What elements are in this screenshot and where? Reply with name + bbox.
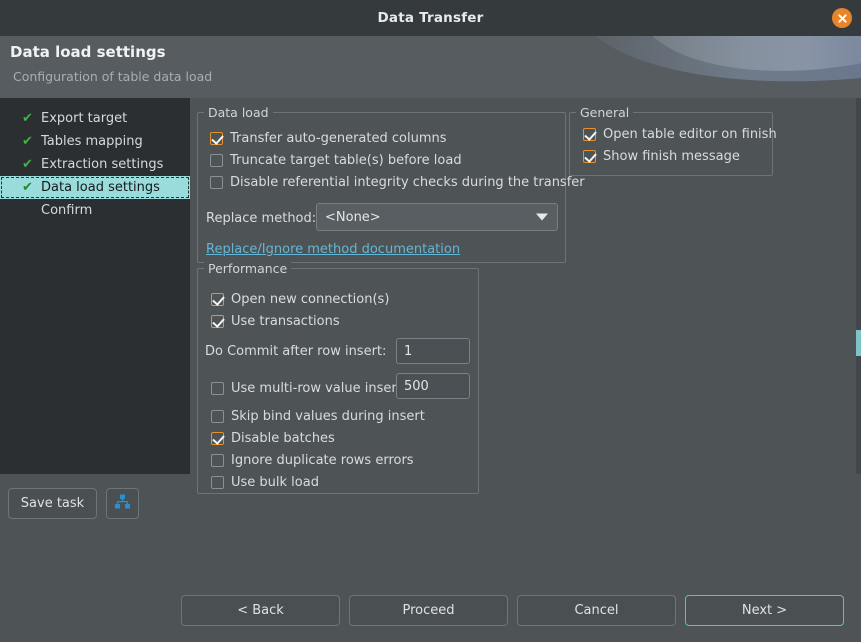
checkbox-label: Transfer auto-generated columns (230, 131, 447, 146)
sidebar-item-confirm[interactable]: Confirm (0, 199, 190, 222)
multi-row-value-insert-value: 500 (404, 379, 429, 394)
window-titlebar: Data Transfer (0, 0, 861, 36)
replace-ignore-documentation-link[interactable]: Replace/Ignore method documentation (206, 242, 460, 257)
page-header: Data load settings Configuration of tabl… (0, 36, 861, 98)
checkbox-skip-bind-values-during-insert[interactable]: Skip bind values during insert (211, 405, 425, 427)
commit-after-row-insert-label: Do Commit after row insert: (205, 344, 386, 359)
header-decoration-secondary-icon (634, 36, 861, 98)
next-button-label: Next > (742, 603, 787, 618)
close-icon[interactable] (832, 8, 852, 28)
save-task-label: Save task (21, 496, 84, 511)
checkbox-icon (583, 150, 596, 163)
chevron-down-icon (536, 214, 548, 221)
window-title: Data Transfer (377, 10, 483, 26)
cancel-button-label: Cancel (574, 603, 618, 618)
performance-group-title: Performance (204, 261, 291, 276)
checkbox-icon (210, 176, 223, 189)
checkbox-icon (211, 410, 224, 423)
right-edge-strip (856, 98, 861, 474)
proceed-button[interactable]: Proceed (349, 595, 508, 626)
multi-row-value-insert-input[interactable]: 500 (396, 373, 470, 399)
checkbox-use-bulk-load[interactable]: Use bulk load (211, 471, 425, 493)
checkbox-icon (583, 128, 596, 141)
sidebar-item-extraction-settings[interactable]: ✔ Extraction settings (0, 153, 190, 176)
checkbox-open-new-connections[interactable]: Open new connection(s) (211, 288, 389, 310)
sidebar-item-tables-mapping[interactable]: ✔ Tables mapping (0, 130, 190, 153)
checkbox-ignore-duplicate-rows-errors[interactable]: Ignore duplicate rows errors (211, 449, 425, 471)
sidebar-item-label: Tables mapping (41, 134, 143, 149)
proceed-button-label: Proceed (402, 603, 454, 618)
check-icon: ✔ (22, 112, 36, 125)
checkbox-show-finish-message[interactable]: Show finish message (583, 145, 777, 167)
sidebar-item-export-target[interactable]: ✔ Export target (0, 107, 190, 130)
checkbox-label: Use bulk load (231, 475, 319, 490)
checkbox-label: Disable batches (231, 431, 335, 446)
performance-group: Performance Open new connection(s) Use t… (197, 268, 479, 494)
checkbox-disable-batches[interactable]: Disable batches (211, 427, 425, 449)
replace-method-value: <None> (325, 210, 381, 225)
right-edge-marker[interactable] (856, 330, 861, 356)
replace-method-select[interactable]: <None> (316, 203, 558, 231)
sidebar-item-data-load-settings[interactable]: ✔ Data load settings (0, 176, 190, 199)
data-load-group: Data load Transfer auto-generated column… (197, 112, 566, 263)
commit-after-row-insert-value: 1 (404, 344, 412, 359)
general-group-title: General (576, 105, 633, 120)
checkbox-label: Ignore duplicate rows errors (231, 453, 414, 468)
check-icon: ✔ (22, 181, 36, 194)
sidebar-item-label: Data load settings (41, 180, 160, 195)
checkbox-icon (211, 454, 224, 467)
checkbox-label: Disable referential integrity checks dur… (230, 175, 585, 190)
save-task-button[interactable]: Save task (8, 488, 97, 519)
checkbox-label: Skip bind values during insert (231, 409, 425, 424)
checkbox-icon (211, 432, 224, 445)
checkbox-icon (210, 132, 223, 145)
general-group: General Open table editor on finish Show… (569, 112, 773, 176)
checkbox-label: Truncate target table(s) before load (230, 153, 462, 168)
checkbox-disable-referential-integrity[interactable]: Disable referential integrity checks dur… (210, 171, 585, 193)
sidebar-item-label: Extraction settings (41, 157, 163, 172)
data-load-group-title: Data load (204, 105, 273, 120)
cancel-button[interactable]: Cancel (517, 595, 676, 626)
back-button-label: < Back (237, 603, 284, 618)
header-decoration-icon (575, 36, 861, 98)
checkbox-icon (211, 315, 224, 328)
sidebar-item-label: Export target (41, 111, 127, 126)
checkbox-open-table-editor-on-finish[interactable]: Open table editor on finish (583, 123, 777, 145)
checkbox-icon (211, 293, 224, 306)
next-button[interactable]: Next > (685, 595, 844, 626)
checkbox-label: Open new connection(s) (231, 292, 389, 307)
hierarchy-icon-button[interactable] (106, 488, 139, 519)
check-icon: ✔ (22, 158, 36, 171)
checkbox-icon (210, 154, 223, 167)
page-title: Data load settings (10, 43, 166, 61)
checkbox-use-transactions[interactable]: Use transactions (211, 310, 389, 332)
page-subtitle: Configuration of table data load (13, 69, 212, 84)
checkbox-icon (211, 476, 224, 489)
checkbox-label: Use multi-row value insert (231, 381, 402, 396)
checkbox-label: Open table editor on finish (603, 127, 777, 142)
checkbox-label: Use transactions (231, 314, 340, 329)
checkbox-use-multi-row-value-insert[interactable]: Use multi-row value insert (211, 377, 402, 399)
hierarchy-icon (114, 494, 131, 514)
checkbox-truncate-target-tables[interactable]: Truncate target table(s) before load (210, 149, 585, 171)
wizard-steps-sidebar: ✔ Export target ✔ Tables mapping ✔ Extra… (0, 98, 190, 474)
replace-method-label: Replace method: (206, 211, 316, 226)
checkbox-label: Show finish message (603, 149, 740, 164)
commit-after-row-insert-input[interactable]: 1 (396, 338, 470, 364)
back-button[interactable]: < Back (181, 595, 340, 626)
checkbox-transfer-auto-generated-columns[interactable]: Transfer auto-generated columns (210, 127, 585, 149)
check-icon: ✔ (22, 135, 36, 148)
sidebar-item-label: Confirm (41, 203, 92, 218)
checkbox-icon (211, 382, 224, 395)
